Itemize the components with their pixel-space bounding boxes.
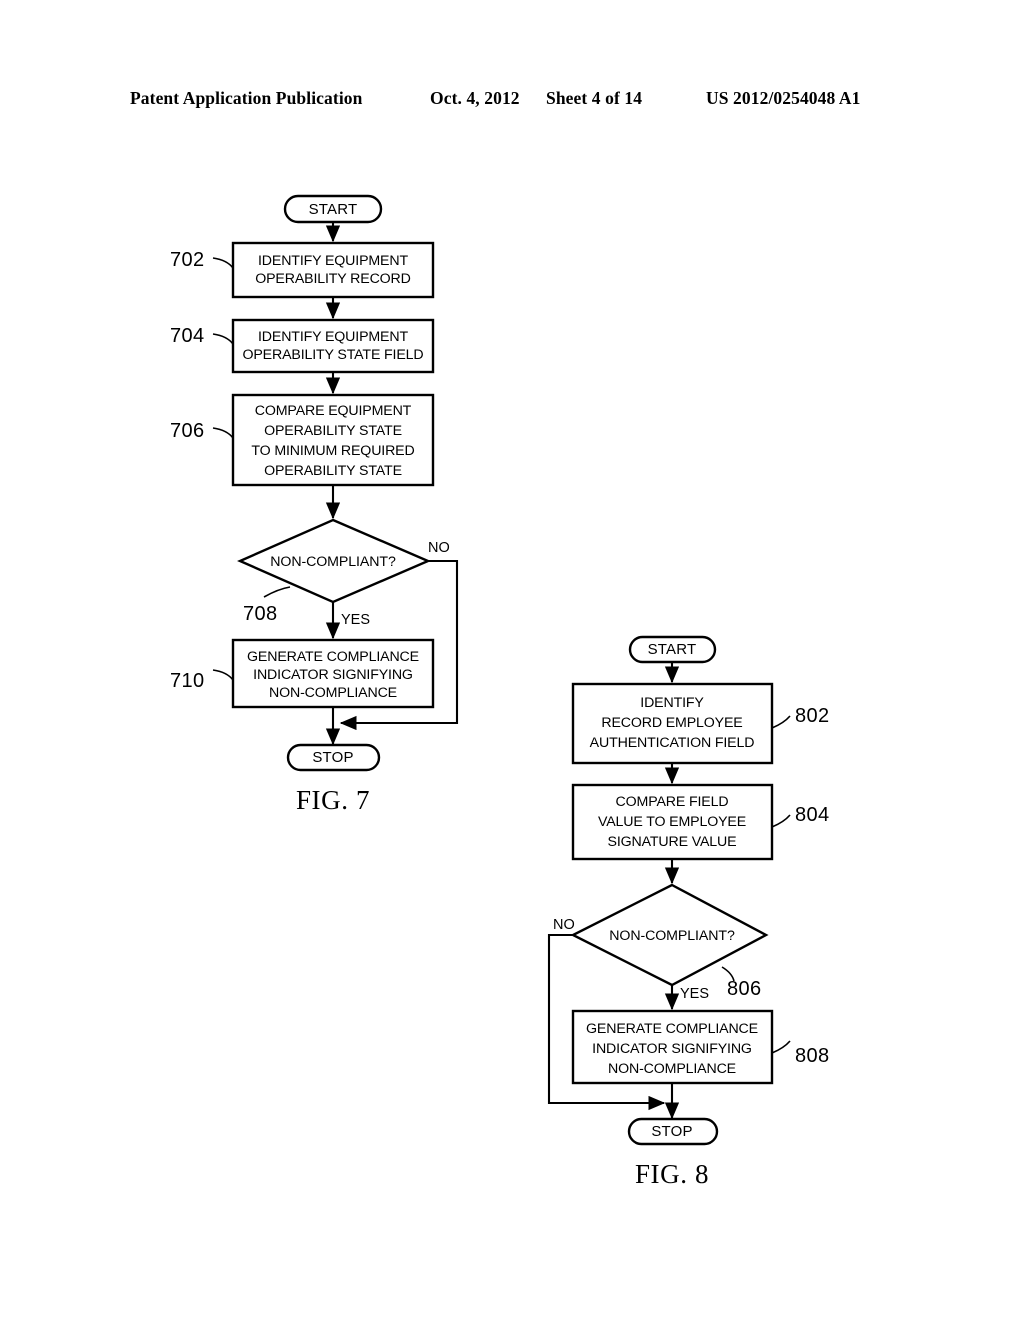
fig8-step-808-line-3: NON-COMPLIANCE (608, 1061, 736, 1077)
fig8-leader-802 (771, 715, 791, 729)
fig8-ref-802: 802 (795, 705, 830, 727)
figure-8: START IDENTIFY RECORD EMPLOYEE AUTHENTIC… (547, 635, 830, 1189)
fig8-leader-808 (771, 1040, 791, 1054)
fig8-step-804-line-1: COMPARE FIELD (616, 794, 729, 810)
fig8-ref-804: 804 (795, 804, 830, 826)
fig8-decision-806: NON-COMPLIANT? (570, 883, 769, 987)
fig8-ref-806: 806 (727, 978, 762, 1000)
fig8-step-808: GENERATE COMPLIANCE INDICATOR SIGNIFYING… (571, 1009, 774, 1085)
fig8-decision-806-label: NON-COMPLIANT? (609, 928, 735, 944)
fig8-start-label: START (648, 641, 697, 658)
fig8-step-802-line-3: AUTHENTICATION FIELD (590, 735, 755, 751)
fig8-caption: FIG. 8 (635, 1159, 709, 1189)
fig8-step-808-line-2: INDICATOR SIGNIFYING (592, 1041, 752, 1057)
fig8-step-802: IDENTIFY RECORD EMPLOYEE AUTHENTICATION … (571, 682, 774, 765)
fig8-start-terminal: START (628, 635, 717, 664)
fig8-step-802-line-2: RECORD EMPLOYEE (601, 715, 742, 731)
fig8-step-804-line-3: SIGNATURE VALUE (608, 834, 737, 850)
fig8-step-804-line-2: VALUE TO EMPLOYEE (598, 814, 746, 830)
fig8-branch-no-label: NO (553, 917, 575, 933)
fig8-ref-808: 808 (795, 1045, 830, 1067)
fig8-leader-804 (771, 814, 791, 828)
patent-drawing-page: Patent Application Publication Oct. 4, 2… (0, 0, 1024, 1320)
fig8-step-808-line-1: GENERATE COMPLIANCE (586, 1021, 758, 1037)
fig8-branch-yes-label: YES (680, 986, 709, 1002)
fig8-stop-terminal: STOP (627, 1117, 719, 1146)
fig8-step-804: COMPARE FIELD VALUE TO EMPLOYEE SIGNATUR… (571, 783, 774, 861)
fig8-stop-label: STOP (651, 1123, 692, 1140)
fig8-step-802-line-1: IDENTIFY (640, 695, 704, 711)
